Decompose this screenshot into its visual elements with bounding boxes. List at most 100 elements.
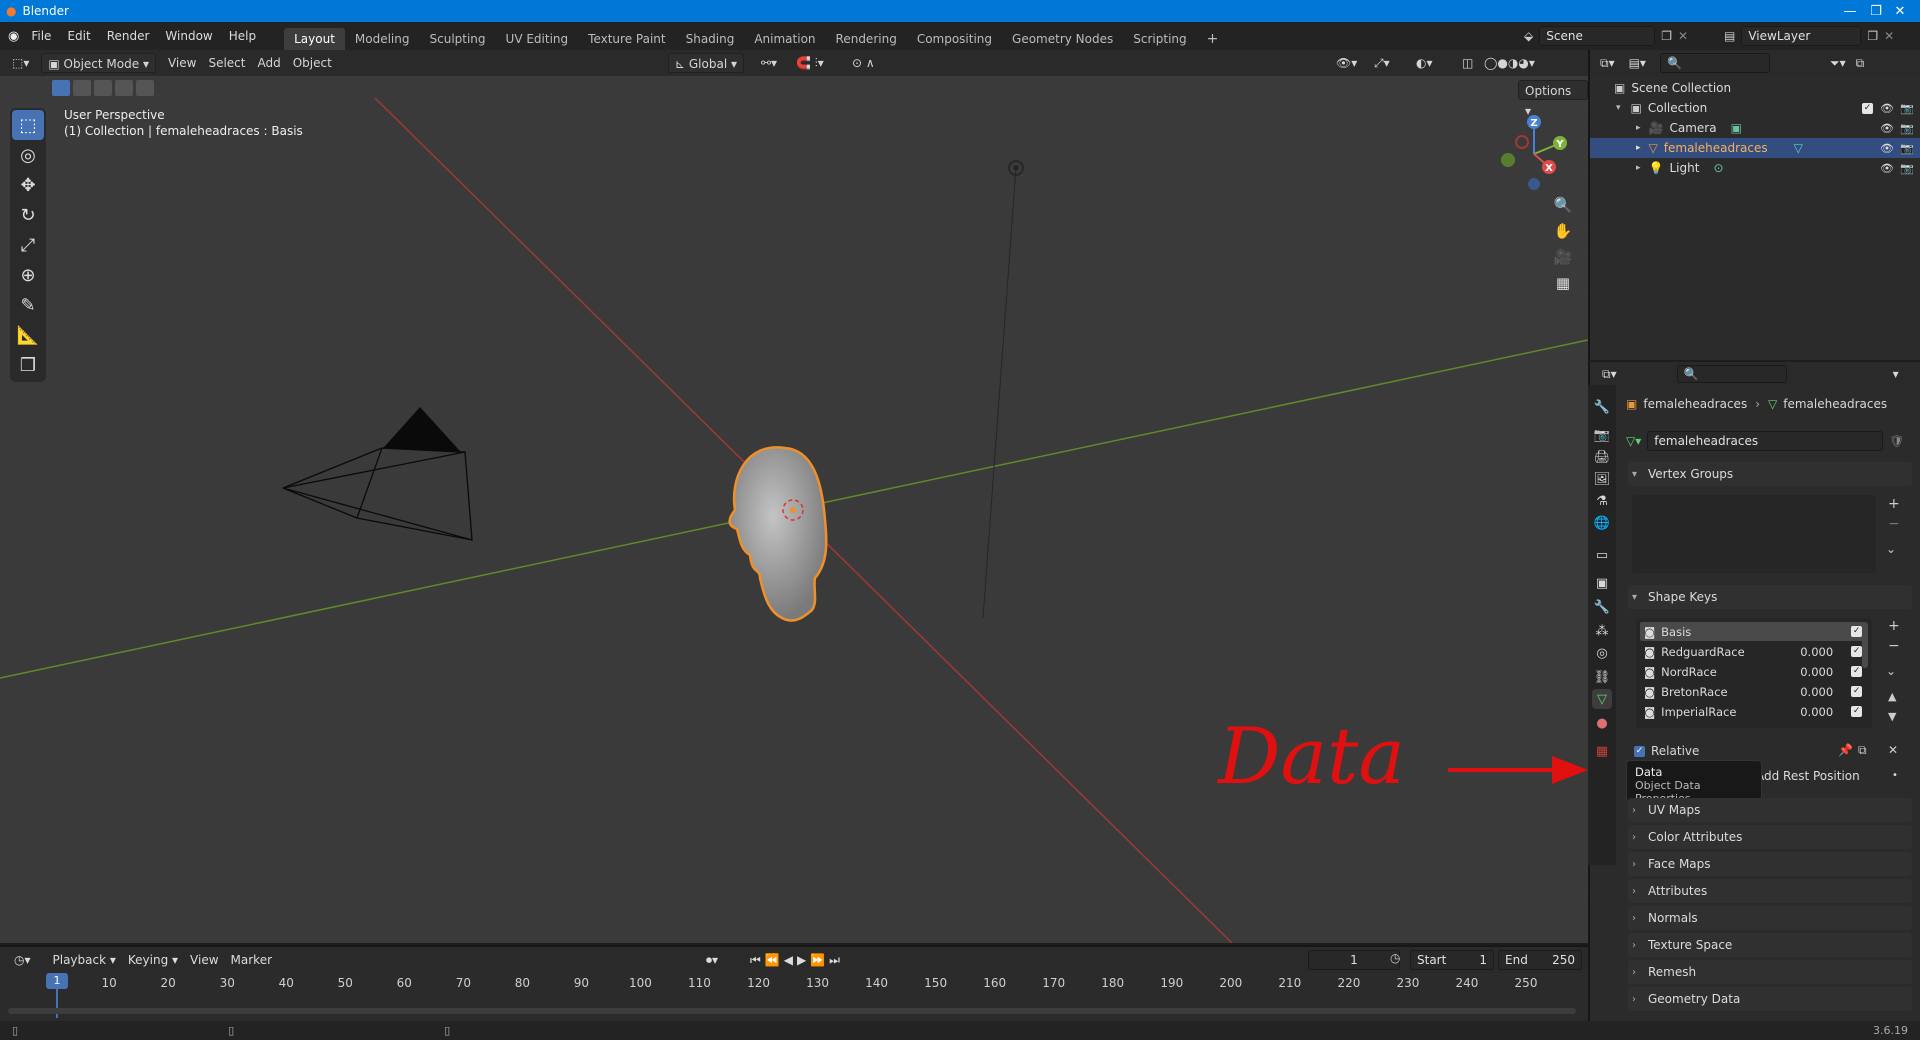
add-cube-tool-icon[interactable]: ❒: [12, 350, 44, 380]
tab-compositing[interactable]: Compositing: [907, 28, 1002, 50]
physics-tab-icon[interactable]: ◎: [1592, 643, 1612, 663]
mode-dropdown[interactable]: ▣ Object Mode ▾: [41, 53, 156, 73]
light-render-icon[interactable]: 📷: [1900, 162, 1914, 175]
shape-key-row-imperial[interactable]: ◙ ImperialRace 0.000 ✓: [1640, 702, 1864, 721]
expand-collection-icon[interactable]: ▾: [1616, 103, 1621, 113]
shape-key-mute-checkbox[interactable]: ✓: [1851, 666, 1863, 677]
close-icon[interactable]: ✕: [1880, 0, 1920, 22]
modifier-tab-icon[interactable]: 🔧: [1592, 597, 1612, 617]
viewport-menu-add[interactable]: Add: [251, 53, 286, 73]
shape-keys-panel-header[interactable]: ▾ Shape Keys: [1628, 585, 1912, 609]
camera-view-icon[interactable]: 🎥: [1550, 244, 1576, 270]
tab-texture-paint[interactable]: Texture Paint: [578, 28, 675, 50]
editor-type-icon[interactable]: ⬚▾: [6, 53, 35, 73]
select-subtract-icon[interactable]: [94, 80, 112, 96]
remove-vertex-group-icon[interactable]: −: [1888, 516, 1900, 532]
options-button[interactable]: Options ▾: [1518, 80, 1588, 118]
add-shape-key-icon[interactable]: +: [1888, 618, 1900, 634]
shape-key-row-breton[interactable]: ◙ BretonRace 0.000 ✓: [1640, 682, 1864, 701]
navigation-gizmo[interactable]: Z Y X: [1496, 112, 1576, 192]
delete-scene-icon[interactable]: ✕: [1678, 29, 1688, 43]
move-shape-key-up-icon[interactable]: ▲: [1888, 690, 1896, 703]
vertex-groups-list[interactable]: [1632, 495, 1876, 573]
properties-editor-icon[interactable]: ⧉▾: [1602, 367, 1617, 382]
move-shape-key-down-icon[interactable]: ▼: [1888, 710, 1896, 723]
vertex-groups-panel-header[interactable]: ▾ Vertex Groups: [1628, 462, 1912, 486]
viewport-menu-object[interactable]: Object: [287, 53, 338, 73]
ortho-grid-icon[interactable]: ▦: [1550, 270, 1576, 296]
view-layer-tab-icon[interactable]: 🖼: [1592, 469, 1612, 489]
vertex-group-specials-icon[interactable]: ⌄: [1886, 542, 1896, 556]
shape-key-mute-checkbox[interactable]: ✓: [1851, 626, 1863, 637]
constraints-tab-icon[interactable]: ⛓: [1592, 667, 1612, 687]
add-workspace-icon[interactable]: +: [1197, 28, 1229, 50]
tab-rendering[interactable]: Rendering: [826, 28, 907, 50]
outliner-search-input[interactable]: 🔍: [1659, 53, 1770, 73]
transform-tool-icon[interactable]: ⊕: [12, 260, 44, 290]
playhead-frame-badge[interactable]: 1: [46, 973, 68, 989]
camera-render-icon[interactable]: 📷: [1900, 122, 1914, 135]
material-tab-icon[interactable]: ●: [1592, 713, 1612, 733]
shape-key-value[interactable]: 0.000: [1781, 705, 1833, 719]
camera-visibility-icon[interactable]: 👁: [1880, 122, 1894, 135]
overlay-toggle-icon[interactable]: ◐▾: [1410, 53, 1439, 73]
normals-panel-header[interactable]: › Normals: [1628, 906, 1912, 930]
collection-render-icon[interactable]: 📷: [1900, 102, 1914, 115]
remesh-panel-header[interactable]: › Remesh: [1628, 960, 1912, 984]
viewlayer-name-field[interactable]: ViewLayer: [1741, 26, 1862, 46]
shape-key-row-basis[interactable]: ◙ Basis ✓: [1640, 622, 1864, 641]
add-rest-position-toggle-icon[interactable]: •: [1892, 770, 1898, 781]
properties-options-icon[interactable]: ▾: [1893, 367, 1899, 381]
collection-exclude-checkbox[interactable]: ✓: [1862, 102, 1873, 114]
tab-geometry-nodes[interactable]: Geometry Nodes: [1002, 28, 1123, 50]
mesh-data-browse-icon[interactable]: ▽▾: [1626, 434, 1641, 448]
pivot-icon[interactable]: ⚯▾: [755, 53, 783, 73]
outliner-item-mesh[interactable]: ▸ ▽ femaleheadraces ▽ 👁 📷: [1590, 138, 1920, 158]
shape-key-mute-checkbox[interactable]: ✓: [1851, 706, 1863, 717]
tab-modeling[interactable]: Modeling: [345, 28, 420, 50]
rotate-tool-icon[interactable]: ↻: [12, 200, 44, 230]
new-scene-icon[interactable]: ❐: [1661, 29, 1672, 43]
mesh-data-icon[interactable]: ▽: [1794, 141, 1803, 155]
tab-scripting[interactable]: Scripting: [1123, 28, 1196, 50]
orientation-dropdown[interactable]: ⊾ Global ▾: [668, 53, 744, 73]
move-tool-icon[interactable]: ✥: [12, 170, 44, 200]
collection-visibility-icon[interactable]: 👁: [1880, 102, 1894, 115]
output-tab-icon[interactable]: 🖨: [1592, 447, 1612, 467]
shape-key-lock-icon[interactable]: 📌: [1838, 743, 1853, 757]
menu-render[interactable]: Render: [99, 29, 158, 43]
shading-modes-icon[interactable]: ◯●◑◕▾: [1478, 53, 1541, 73]
uv-maps-panel-header[interactable]: › UV Maps: [1628, 798, 1912, 822]
select-box-tool-icon[interactable]: ⬚: [12, 110, 44, 140]
outliner-scene-collection[interactable]: ▣ Scene Collection: [1590, 78, 1920, 98]
outliner-item-camera[interactable]: ▸ 🎥 Camera ▣ 👁 📷: [1590, 118, 1920, 138]
preview-range-icon[interactable]: ◷: [1390, 951, 1400, 965]
camera-data-icon[interactable]: ▣: [1731, 121, 1742, 135]
object-tab-icon[interactable]: ▣: [1592, 573, 1612, 593]
timeline-menu-view[interactable]: View: [184, 950, 224, 970]
attributes-panel-header[interactable]: › Attributes: [1628, 879, 1912, 903]
expand-mesh-icon[interactable]: ▸: [1636, 143, 1641, 153]
data-tab-icon[interactable]: ▽: [1592, 689, 1612, 709]
tab-layout[interactable]: Layout: [284, 28, 345, 50]
tab-shading[interactable]: Shading: [676, 28, 745, 50]
xray-icon[interactable]: ◫: [1456, 53, 1479, 73]
shape-key-specials-icon[interactable]: ⌄: [1886, 664, 1896, 678]
timeline-scrollbar[interactable]: [8, 1008, 1576, 1014]
light-data-icon[interactable]: ⊙: [1713, 161, 1723, 175]
menu-help[interactable]: Help: [221, 29, 264, 43]
scene-name-field[interactable]: Scene: [1539, 26, 1656, 46]
mesh-visibility-icon[interactable]: 👁: [1880, 142, 1894, 155]
particles-tab-icon[interactable]: ⁂: [1592, 621, 1612, 641]
light-visibility-icon[interactable]: 👁: [1880, 162, 1894, 175]
outliner-collection[interactable]: ▾ ▣ Collection ✓ 👁 📷: [1590, 98, 1920, 118]
select-extend-icon[interactable]: [73, 80, 91, 96]
color-attributes-panel-header[interactable]: › Color Attributes: [1628, 825, 1912, 849]
auto-keying-icon[interactable]: ⏺▾: [700, 950, 724, 970]
world-tab-icon[interactable]: 🌐: [1592, 513, 1612, 533]
playback-controls-icon[interactable]: ⏮⏪◀▶⏩⏭: [744, 950, 850, 970]
new-collection-icon[interactable]: ⧉: [1856, 56, 1865, 71]
expand-light-icon[interactable]: ▸: [1636, 163, 1641, 173]
add-vertex-group-icon[interactable]: +: [1888, 496, 1900, 512]
start-frame-field[interactable]: Start 1: [1410, 950, 1494, 970]
